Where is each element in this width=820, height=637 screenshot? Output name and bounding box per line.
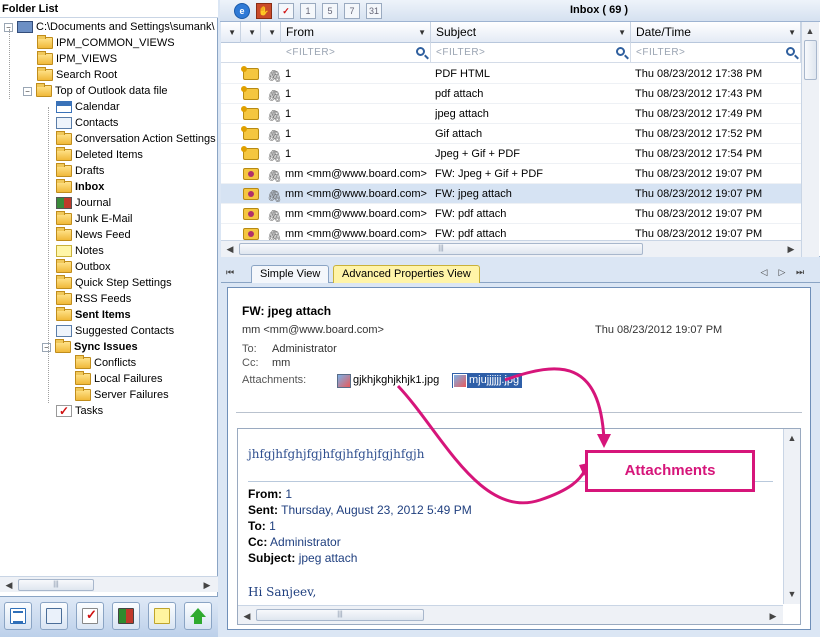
annotation-arrows <box>396 367 611 505</box>
arrowhead <box>597 434 611 448</box>
arrow-from-attachment-1 <box>396 384 587 505</box>
arrow-to-attachment-2 <box>504 367 606 441</box>
attachments-callout: Attachments <box>585 450 755 492</box>
